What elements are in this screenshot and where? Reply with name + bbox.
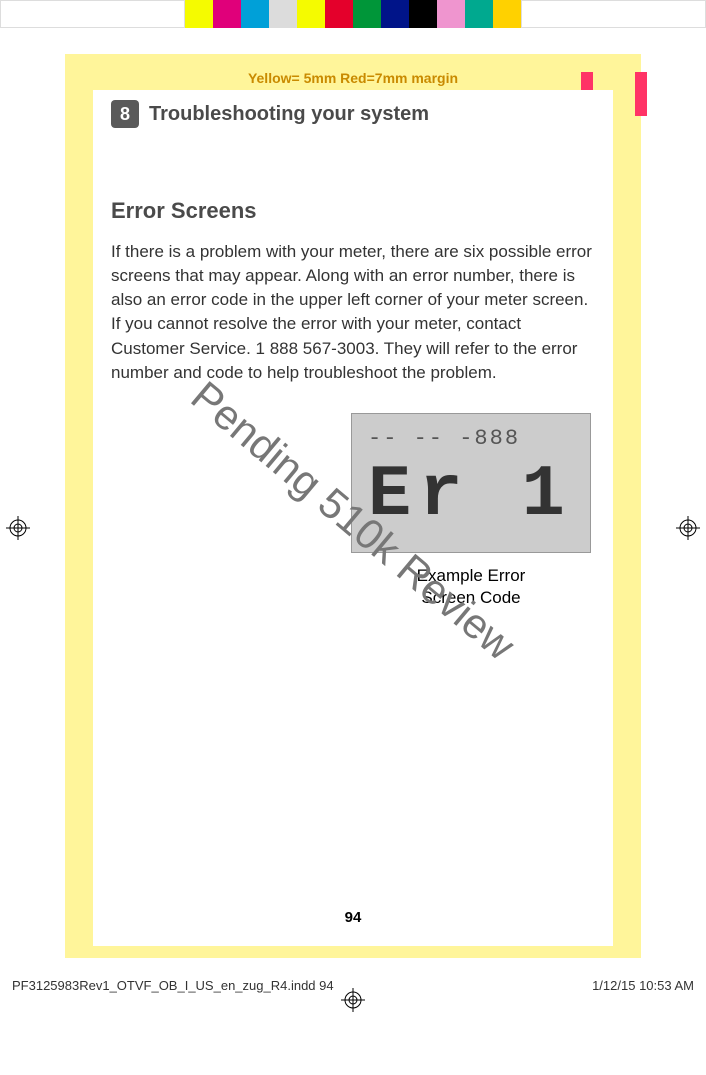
chapter-header: 8 Troubleshooting your system <box>111 100 595 128</box>
section-title: Error Screens <box>111 198 595 224</box>
margin-note: Yellow= 5mm Red=7mm margin <box>65 66 641 90</box>
color-calibration-bar <box>0 0 706 28</box>
registration-mark-icon <box>676 516 700 540</box>
chapter-number-badge: 8 <box>111 100 139 128</box>
slug-datetime: 1/12/15 10:53 AM <box>592 978 694 993</box>
lcd-top-line: -- -- -888 <box>368 426 574 451</box>
page-document: Yellow= 5mm Red=7mm margin 8 Troubleshoo… <box>51 40 655 972</box>
body-paragraph: If there is a problem with your meter, t… <box>111 240 595 385</box>
registration-mark-icon <box>341 988 365 1012</box>
lcd-example-block: -- -- -888 Er 1 Example Error Screen Cod… <box>351 413 591 609</box>
lcd-main-readout: Er 1 <box>368 459 574 531</box>
lcd-caption: Example Error Screen Code <box>351 565 591 609</box>
registration-mark-icon <box>6 516 30 540</box>
red-margin-guide <box>635 72 647 116</box>
slug-filename: PF3125983Rev1_OTVF_OB_I_US_en_zug_R4.ind… <box>12 978 334 993</box>
chapter-title: Troubleshooting your system <box>149 103 429 126</box>
lcd-screen: -- -- -888 Er 1 <box>351 413 591 553</box>
page-number: 94 <box>111 909 595 926</box>
